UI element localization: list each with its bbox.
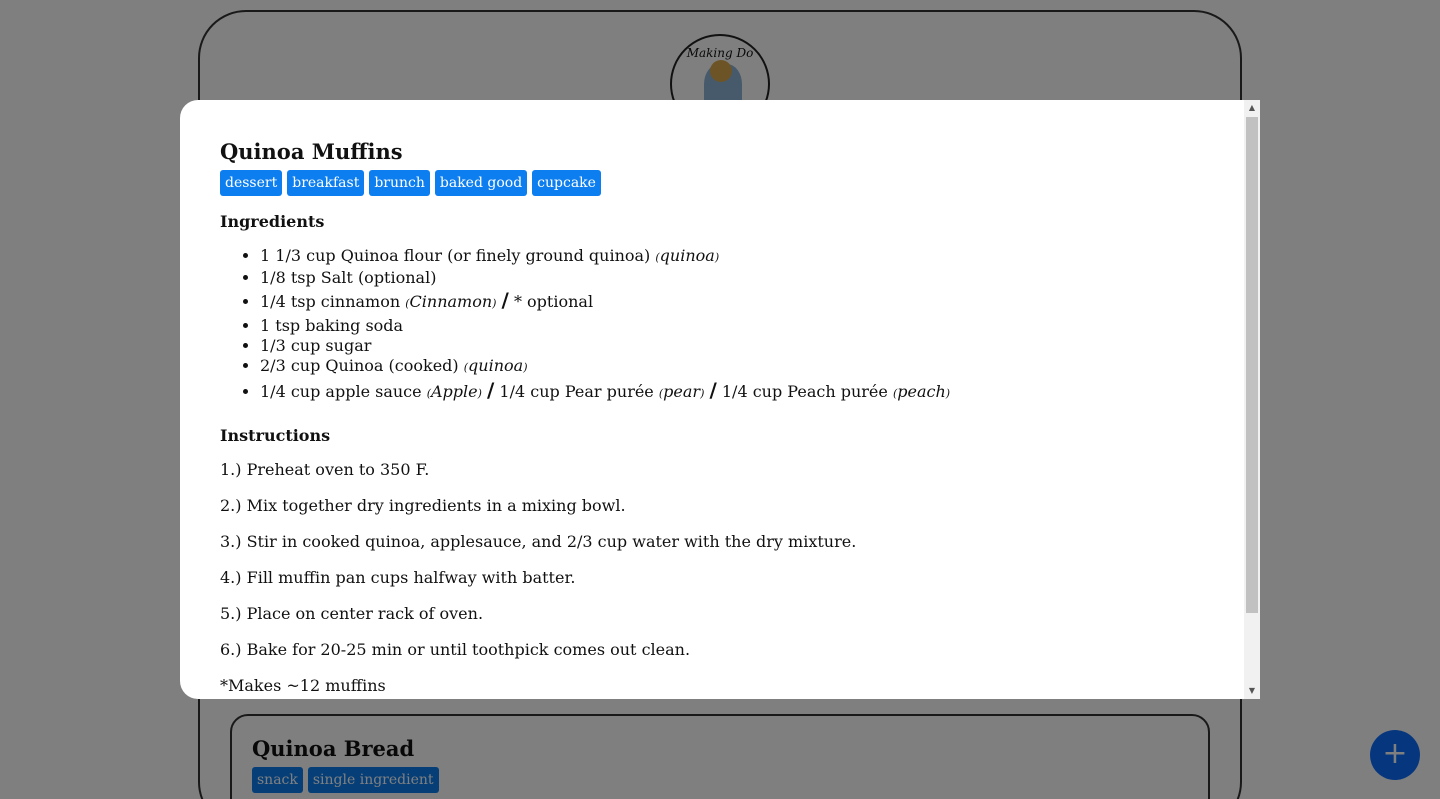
- alternative-separator: /: [709, 378, 717, 402]
- tag-badge-baked-good[interactable]: baked good: [434, 170, 528, 196]
- ingredient-item: 1/3 cup sugar: [260, 336, 1204, 356]
- recipe-modal: Quinoa Muffins dessert breakfast brunch …: [180, 100, 1260, 699]
- instruction-step: 4.) Fill muffin pan cups halfway with ba…: [220, 568, 576, 587]
- instruction-step: 5.) Place on center rack of oven.: [220, 604, 484, 623]
- instruction-step: 6.) Bake for 20-25 min or until toothpic…: [220, 640, 691, 659]
- tag-badge-breakfast[interactable]: breakfast: [287, 170, 365, 196]
- ingredient-tag: (Cinnamon): [405, 292, 497, 311]
- scroll-down-arrow-icon[interactable]: ▼: [1244, 683, 1260, 699]
- modal-scrollbar[interactable]: ▲ ▼: [1244, 100, 1260, 699]
- ingredient-item: 1/4 cup apple sauce (Apple) / 1/4 cup Pe…: [260, 378, 1204, 406]
- ingredients-list: 1 1/3 cup Quinoa flour (or finely ground…: [220, 246, 1204, 406]
- ingredient-text: 1/8 tsp Salt (optional): [260, 268, 437, 287]
- ingredient-tag-label: peach: [897, 382, 946, 401]
- ingredient-alternative: * optional: [513, 292, 594, 311]
- yield-note: *Makes ~12 muffins: [220, 676, 386, 695]
- ingredient-alternative: 1/4 cup Peach purée: [721, 382, 888, 401]
- ingredient-item: 1/4 tsp cinnamon (Cinnamon) / * optional: [260, 288, 1204, 316]
- ingredient-text: 1/4 tsp cinnamon: [260, 292, 401, 311]
- instruction-step: 3.) Stir in cooked quinoa, applesauce, a…: [220, 532, 857, 551]
- ingredient-tag: (quinoa): [655, 246, 720, 265]
- recipe-title: Quinoa Muffins: [220, 139, 403, 164]
- ingredient-tag: (peach): [892, 382, 951, 401]
- tag-badge-cupcake[interactable]: cupcake: [532, 170, 601, 196]
- ingredient-tag-label: Apple: [431, 382, 478, 401]
- recipe-modal-content: Quinoa Muffins dessert breakfast brunch …: [180, 100, 1244, 699]
- ingredient-item: 1 tsp baking soda: [260, 316, 1204, 336]
- ingredient-item: 1 1/3 cup Quinoa flour (or finely ground…: [260, 246, 1204, 268]
- ingredient-text: 1/3 cup sugar: [260, 336, 372, 355]
- ingredient-text: 1/4 cup apple sauce: [260, 382, 422, 401]
- alternative-separator: /: [487, 378, 495, 402]
- ingredient-tag-label: pear: [663, 382, 701, 401]
- instructions-heading: Instructions: [220, 426, 331, 445]
- scroll-up-arrow-icon[interactable]: ▲: [1244, 100, 1260, 116]
- ingredient-alternative: 1/4 cup Pear purée: [499, 382, 654, 401]
- ingredient-text: 1 1/3 cup Quinoa flour (or finely ground…: [260, 246, 651, 265]
- instruction-step: 2.) Mix together dry ingredients in a mi…: [220, 496, 626, 515]
- tag-badge-dessert[interactable]: dessert: [220, 170, 283, 196]
- ingredient-tag-label: Cinnamon: [409, 292, 493, 311]
- ingredient-tag: (pear): [658, 382, 705, 401]
- ingredient-tag: (Apple): [426, 382, 482, 401]
- ingredient-tag-label: quinoa: [468, 356, 524, 375]
- ingredient-tag-label: quinoa: [659, 246, 715, 265]
- ingredient-text: 1 tsp baking soda: [260, 316, 404, 335]
- instruction-step: 1.) Preheat oven to 350 F.: [220, 460, 430, 479]
- alternative-separator: /: [501, 288, 509, 312]
- ingredient-item: 1/8 tsp Salt (optional): [260, 268, 1204, 288]
- recipe-tags: dessert breakfast brunch baked good cupc…: [220, 170, 1204, 196]
- ingredient-item: 2/3 cup Quinoa (cooked) (quinoa): [260, 356, 1204, 378]
- scrollbar-thumb[interactable]: [1246, 117, 1258, 613]
- ingredients-heading: Ingredients: [220, 212, 325, 231]
- ingredient-tag: (quinoa): [463, 356, 528, 375]
- tag-badge-brunch[interactable]: brunch: [369, 170, 430, 196]
- ingredient-text: 2/3 cup Quinoa (cooked): [260, 356, 459, 375]
